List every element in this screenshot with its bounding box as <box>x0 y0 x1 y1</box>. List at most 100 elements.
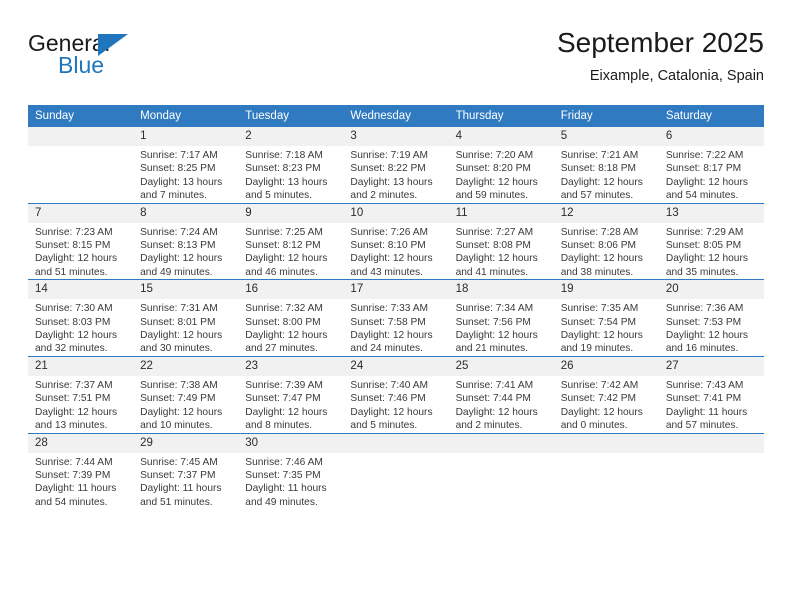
sunrise-text: Sunrise: 7:43 AM <box>665 379 744 391</box>
daylight-text: Daylight: 11 hours and 51 minutes. <box>140 483 222 508</box>
page-header: General Blue September 2025 Eixample, Ca… <box>28 26 764 98</box>
daylight-text: Daylight: 11 hours and 49 minutes. <box>245 483 327 508</box>
day-sun-info: Sunrise: 7:24 AM Sunset: 8:13 PM Daylight:… <box>133 223 238 280</box>
day-number: 1 <box>133 127 239 146</box>
weekday-header-friday: Friday <box>553 105 659 127</box>
sunrise-text: Sunrise: 7:34 AM <box>455 303 534 315</box>
day-number: 2 <box>238 127 344 146</box>
sunset-text: Sunset: 8:20 PM <box>455 163 531 175</box>
day-sun-info: Sunrise: 7:27 AM Sunset: 8:08 PM Daylight:… <box>449 223 554 280</box>
sunrise-text: Sunrise: 7:21 AM <box>560 150 639 161</box>
calendar-day-cell[interactable]: 13 Sunrise: 7:29 AM Sunset: 8:05 PM Dayligh… <box>658 202 764 280</box>
daylight-text: Daylight: 12 hours and 35 minutes. <box>665 253 748 278</box>
sunrise-text: Sunrise: 7:30 AM <box>35 303 113 315</box>
calendar-day-cell[interactable]: 29 Sunrise: 7:45 AM Sunset: 7:37 PM Dayligh… <box>133 432 239 510</box>
sunrise-text: Sunrise: 7:19 AM <box>350 150 429 161</box>
calendar-day-cell[interactable]: 4 Sunrise: 7:20 AM Sunset: 8:20 PM Daylight… <box>448 127 554 203</box>
sunrise-text: Sunrise: 7:29 AM <box>665 226 744 238</box>
daylight-text: Daylight: 13 hours and 7 minutes. <box>140 176 223 202</box>
calendar-day-cell[interactable]: 19 Sunrise: 7:35 AM Sunset: 7:54 PM Dayligh… <box>553 279 659 357</box>
sunset-text: Sunset: 8:05 PM <box>665 240 742 252</box>
calendar-day-cell[interactable]: 28 Sunrise: 7:44 AM Sunset: 7:39 PM Dayligh… <box>28 432 134 510</box>
day-number <box>28 127 134 146</box>
day-sun-info: Sunrise: 7:17 AM Sunset: 8:25 PM Daylight:… <box>133 146 238 203</box>
calendar-cell-empty <box>658 432 764 510</box>
day-sun-info: Sunrise: 7:30 AM Sunset: 8:03 PM Daylight:… <box>28 299 133 356</box>
day-sun-info: Sunrise: 7:45 AM Sunset: 7:37 PM Daylight:… <box>133 453 238 510</box>
daylight-text: Daylight: 12 hours and 19 minutes. <box>560 330 643 355</box>
sunset-text: Sunset: 8:17 PM <box>665 163 742 175</box>
weekday-header-sunday: Sunday <box>28 105 134 127</box>
calendar-day-cell[interactable]: 23 Sunrise: 7:39 AM Sunset: 7:47 PM Dayligh… <box>238 355 344 433</box>
calendar-day-cell[interactable]: 27 Sunrise: 7:43 AM Sunset: 7:41 PM Dayligh… <box>658 355 764 433</box>
sunrise-text: Sunrise: 7:41 AM <box>455 379 534 391</box>
day-number: 13 <box>658 203 764 223</box>
calendar-body: 1 Sunrise: 7:17 AM Sunset: 8:25 PM Daylight… <box>28 127 764 510</box>
calendar-day-cell[interactable]: 17 Sunrise: 7:33 AM Sunset: 7:58 PM Dayligh… <box>343 279 449 357</box>
calendar-day-cell[interactable]: 16 Sunrise: 7:32 AM Sunset: 8:00 PM Dayligh… <box>238 279 344 357</box>
day-number: 18 <box>448 280 554 300</box>
day-sun-info: Sunrise: 7:46 AM Sunset: 7:35 PM Daylight:… <box>238 453 343 510</box>
day-number: 29 <box>133 433 239 453</box>
day-sun-info: Sunrise: 7:21 AM Sunset: 8:18 PM Daylight:… <box>554 146 659 203</box>
day-number: 30 <box>238 433 344 453</box>
calendar-day-cell[interactable]: 26 Sunrise: 7:42 AM Sunset: 7:42 PM Dayligh… <box>553 355 659 433</box>
sunrise-text: Sunrise: 7:24 AM <box>140 226 218 238</box>
calendar-day-cell[interactable]: 11 Sunrise: 7:27 AM Sunset: 8:08 PM Dayligh… <box>448 202 554 280</box>
weekday-row: Sunday Monday Tuesday Wednesday Thursday Frid… <box>28 105 764 127</box>
calendar-day-cell[interactable]: 24 Sunrise: 7:40 AM Sunset: 7:46 PM Dayligh… <box>343 355 449 433</box>
title-block: September 2025 Eixample, Catalonia, Spai… <box>557 26 764 86</box>
weekday-header-wednesday: Wednesday <box>343 105 449 127</box>
day-sun-info: Sunrise: 7:19 AM Sunset: 8:22 PM Daylight:… <box>343 146 448 203</box>
calendar-day-cell[interactable]: 21 Sunrise: 7:37 AM Sunset: 7:51 PM Dayligh… <box>28 355 134 433</box>
sunrise-text: Sunrise: 7:31 AM <box>140 303 218 315</box>
calendar-day-cell[interactable]: 6 Sunrise: 7:22 AM Sunset: 8:17 PM Daylight… <box>658 127 764 203</box>
calendar-day-cell[interactable]: 18 Sunrise: 7:34 AM Sunset: 7:56 PM Dayligh… <box>448 279 554 357</box>
weekday-header-monday: Monday <box>133 105 239 127</box>
calendar-day-cell[interactable]: 25 Sunrise: 7:41 AM Sunset: 7:44 PM Dayligh… <box>448 355 554 433</box>
calendar-day-cell[interactable]: 14 Sunrise: 7:30 AM Sunset: 8:03 PM Dayligh… <box>28 279 134 357</box>
calendar-week-row: 1 Sunrise: 7:17 AM Sunset: 8:25 PM Daylight… <box>28 127 764 203</box>
calendar-day-cell[interactable]: 15 Sunrise: 7:31 AM Sunset: 8:01 PM Dayligh… <box>133 279 239 357</box>
sunrise-text: Sunrise: 7:28 AM <box>560 226 639 238</box>
calendar-day-cell[interactable]: 22 Sunrise: 7:38 AM Sunset: 7:49 PM Dayligh… <box>133 355 239 433</box>
sunset-text: Sunset: 8:10 PM <box>350 240 426 252</box>
sunset-text: Sunset: 7:35 PM <box>245 469 321 481</box>
calendar-day-cell[interactable]: 8 Sunrise: 7:24 AM Sunset: 8:13 PM Daylight… <box>133 202 239 280</box>
calendar-day-cell[interactable]: 10 Sunrise: 7:26 AM Sunset: 8:10 PM Dayligh… <box>343 202 449 280</box>
sunset-text: Sunset: 7:54 PM <box>560 316 637 328</box>
calendar-day-cell[interactable]: 7 Sunrise: 7:23 AM Sunset: 8:15 PM Daylight… <box>28 202 134 280</box>
day-sun-info: Sunrise: 7:31 AM Sunset: 8:01 PM Daylight:… <box>133 299 238 356</box>
calendar-day-cell[interactable]: 1 Sunrise: 7:17 AM Sunset: 8:25 PM Daylight… <box>133 127 239 203</box>
calendar-day-cell[interactable]: 20 Sunrise: 7:36 AM Sunset: 7:53 PM Dayligh… <box>658 279 764 357</box>
sunset-text: Sunset: 8:12 PM <box>245 240 321 252</box>
day-number: 23 <box>238 356 344 376</box>
calendar-week-row: 21 Sunrise: 7:37 AM Sunset: 7:51 PM Dayligh… <box>28 355 764 433</box>
calendar-day-cell[interactable]: 12 Sunrise: 7:28 AM Sunset: 8:06 PM Dayligh… <box>553 202 659 280</box>
general-blue-logo[interactable]: General Blue <box>28 30 208 86</box>
daylight-text: Daylight: 12 hours and 59 minutes. <box>455 176 538 202</box>
calendar-week-row: 7 Sunrise: 7:23 AM Sunset: 8:15 PM Daylight… <box>28 202 764 280</box>
sunset-text: Sunset: 7:39 PM <box>35 469 111 481</box>
sunset-text: Sunset: 8:15 PM <box>35 240 111 252</box>
sunrise-text: Sunrise: 7:37 AM <box>35 379 113 391</box>
calendar-day-cell[interactable]: 2 Sunrise: 7:18 AM Sunset: 8:23 PM Daylight… <box>238 127 344 203</box>
daylight-text: Daylight: 12 hours and 10 minutes. <box>140 406 223 432</box>
day-number: 7 <box>28 203 134 223</box>
daylight-text: Daylight: 13 hours and 5 minutes. <box>245 176 328 202</box>
sunrise-text: Sunrise: 7:25 AM <box>245 226 323 238</box>
day-sun-info: Sunrise: 7:42 AM Sunset: 7:42 PM Daylight:… <box>554 376 659 433</box>
daylight-text: Daylight: 12 hours and 21 minutes. <box>455 330 538 355</box>
day-number <box>553 433 659 453</box>
calendar-day-cell[interactable]: 3 Sunrise: 7:19 AM Sunset: 8:22 PM Daylight… <box>343 127 449 203</box>
day-sun-info: Sunrise: 7:20 AM Sunset: 8:20 PM Daylight:… <box>449 146 554 203</box>
daylight-text: Daylight: 12 hours and 13 minutes. <box>35 406 118 432</box>
logo-text-blue: Blue <box>58 52 105 78</box>
sunrise-text: Sunrise: 7:26 AM <box>350 226 429 238</box>
sunset-text: Sunset: 8:00 PM <box>245 316 321 328</box>
calendar-day-cell[interactable]: 9 Sunrise: 7:25 AM Sunset: 8:12 PM Daylight… <box>238 202 344 280</box>
page-subtitle: Eixample, Catalonia, Spain <box>589 68 764 84</box>
calendar-day-cell[interactable]: 5 Sunrise: 7:21 AM Sunset: 8:18 PM Daylight… <box>553 127 659 203</box>
sunset-text: Sunset: 7:51 PM <box>35 393 111 405</box>
calendar-day-cell[interactable]: 30 Sunrise: 7:46 AM Sunset: 7:35 PM Dayligh… <box>238 432 344 510</box>
